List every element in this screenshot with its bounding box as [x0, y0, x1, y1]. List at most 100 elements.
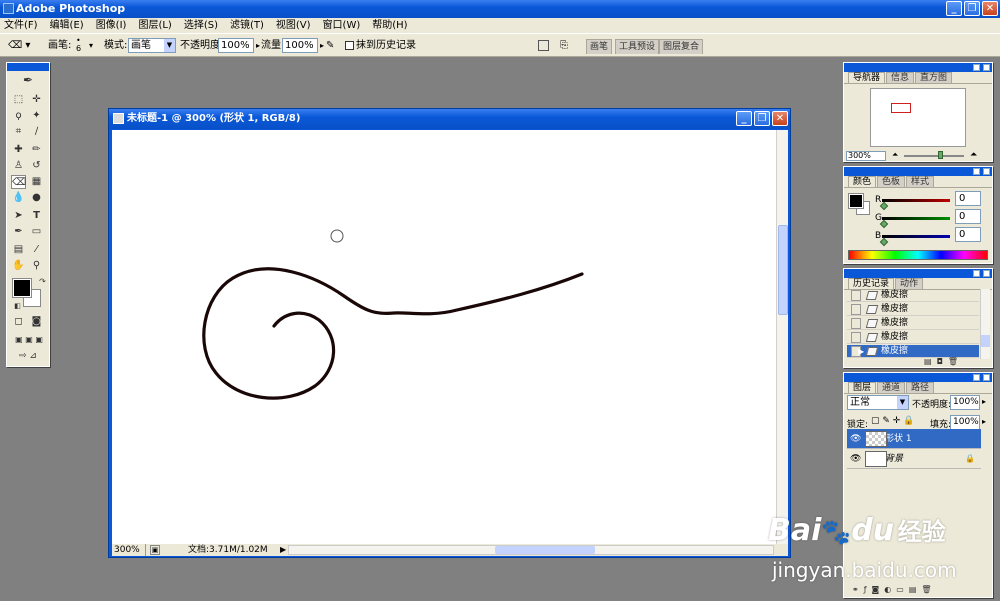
default-colors-icon[interactable]: ◧	[10, 299, 25, 313]
history-brush-tool-icon[interactable]: ↺	[29, 159, 44, 173]
feather-logo-icon[interactable]: ✒	[13, 73, 43, 87]
panel-close-icon[interactable]	[983, 374, 990, 381]
swap-colors-icon[interactable]: ↷	[35, 275, 50, 289]
eyedropper-tool-icon[interactable]: ⁄	[29, 243, 44, 257]
menu-layer[interactable]: 图层(L)	[138, 18, 171, 33]
tab-paths[interactable]: 路径	[906, 382, 935, 393]
layer-opacity-arrow-icon[interactable]: ▸	[982, 397, 986, 406]
tab-info[interactable]: 信息	[886, 72, 915, 83]
menu-image[interactable]: 图像(I)	[96, 18, 127, 33]
menu-file[interactable]: 文件(F)	[4, 18, 38, 33]
panel-close-icon[interactable]	[983, 270, 990, 277]
new-layer-icon[interactable]: ▤	[909, 585, 917, 595]
tab-histogram[interactable]: 直方图	[915, 72, 953, 83]
channel-g-slider[interactable]	[882, 217, 950, 220]
tab-swatches[interactable]: 色板	[877, 176, 906, 187]
dodge-tool-icon[interactable]: ●	[29, 191, 44, 205]
layer-style-icon[interactable]: ƒ	[864, 585, 867, 595]
well-brushes[interactable]: 画笔	[586, 39, 613, 54]
channel-g-knob[interactable]	[879, 219, 889, 229]
blur-tool-icon[interactable]: 💧	[11, 191, 26, 205]
trash-icon[interactable]: 🗑	[948, 357, 958, 367]
menu-window[interactable]: 窗口(W)	[323, 18, 361, 33]
channel-g-input[interactable]: 0	[955, 209, 981, 224]
horizontal-scroll-thumb[interactable]	[495, 546, 595, 554]
channel-b-input[interactable]: 0	[955, 227, 981, 242]
flow-input[interactable]: 100%	[282, 38, 318, 53]
color-spectrum-bar[interactable]	[848, 250, 988, 260]
standard-mode-icon[interactable]: ◻	[11, 315, 26, 329]
delete-layer-icon[interactable]: 🗑	[921, 585, 931, 595]
marquee-tool-icon[interactable]: ⬚	[11, 93, 26, 107]
flow-slider-arrow-icon[interactable]: ▸	[320, 39, 324, 52]
document-minimize-button[interactable]: _	[736, 111, 752, 126]
history-scroll-thumb[interactable]	[981, 335, 990, 347]
eye-icon[interactable]: 👁	[850, 434, 861, 444]
minimize-button[interactable]: _	[946, 1, 962, 16]
link-layers-icon[interactable]: ⚭	[852, 585, 859, 595]
path-selection-tool-icon[interactable]: ➤	[11, 209, 26, 223]
palette-menu-icon[interactable]	[538, 40, 549, 51]
navigator-zoom-field[interactable]: 300%	[846, 151, 886, 161]
navigator-zoom-slider[interactable]	[904, 155, 964, 157]
panel-minimize-icon[interactable]	[973, 168, 980, 175]
history-item[interactable]: 橡皮擦	[847, 317, 979, 330]
new-group-icon[interactable]: ▭	[896, 585, 904, 595]
panel-minimize-icon[interactable]	[973, 270, 980, 277]
vertical-scroll-thumb[interactable]	[778, 225, 788, 315]
mode-select[interactable]: 画笔 ▼	[128, 38, 176, 53]
menu-edit[interactable]: 编辑(E)	[50, 18, 84, 33]
opacity-slider-arrow-icon[interactable]: ▸	[256, 39, 260, 52]
lasso-tool-icon[interactable]: ϙ	[11, 109, 26, 123]
clone-stamp-tool-icon[interactable]: ♙	[11, 159, 26, 173]
crop-tool-icon[interactable]: ⌗	[11, 125, 26, 139]
document-restore-button[interactable]: ❐	[754, 111, 770, 126]
foreground-color-swatch[interactable]	[12, 278, 32, 298]
healing-brush-tool-icon[interactable]: ✚	[11, 143, 26, 157]
layer-row-background[interactable]: 👁 背景 🔒	[847, 449, 981, 469]
history-item[interactable]: 橡皮擦	[847, 331, 979, 344]
channel-b-knob[interactable]	[879, 237, 889, 247]
navigator-view-box[interactable]	[891, 103, 911, 113]
tab-color[interactable]: 颜色	[848, 176, 877, 187]
layer-opacity-input[interactable]: 100%	[950, 395, 980, 410]
file-browser-icon[interactable]: ⎘	[560, 39, 568, 52]
fill-input[interactable]: 100%	[950, 415, 980, 430]
history-source-checkbox[interactable]	[851, 318, 861, 329]
tab-history[interactable]: 历史记录	[848, 278, 895, 289]
move-tool-icon[interactable]: ✛	[29, 93, 44, 107]
jump-to-imageready-icon[interactable]: ⇨ ⊿	[11, 349, 45, 363]
history-source-checkbox[interactable]	[851, 332, 861, 343]
navigator-zoom-knob[interactable]	[938, 151, 943, 159]
erase-history-checkbox[interactable]	[345, 41, 354, 50]
adjustment-layer-icon[interactable]: ◐	[884, 585, 891, 595]
hand-tool-icon[interactable]: ✋	[11, 259, 26, 273]
horizontal-scrollbar[interactable]	[288, 545, 774, 555]
restore-button[interactable]: ❐	[964, 1, 980, 16]
eye-icon[interactable]: 👁	[850, 454, 861, 464]
close-button[interactable]: ✕	[982, 1, 998, 16]
eraser-tool-icon[interactable]: ⌫	[11, 175, 26, 189]
fill-arrow-icon[interactable]: ▸	[982, 417, 986, 426]
opacity-input[interactable]: 100%	[218, 38, 254, 53]
channel-b-slider[interactable]	[882, 235, 950, 238]
history-item-selected[interactable]: ▶ 橡皮擦	[847, 345, 979, 358]
color-foreground-swatch[interactable]	[848, 193, 864, 209]
channel-r-knob[interactable]	[879, 201, 889, 211]
vertical-scrollbar[interactable]	[776, 130, 788, 544]
airbrush-icon[interactable]: ✎	[326, 39, 334, 52]
screen-mode-icons[interactable]: ▣ ▣ ▣	[9, 333, 49, 347]
menu-filter[interactable]: 滤镜(T)	[230, 18, 264, 33]
tab-navigator[interactable]: 导航器	[848, 72, 886, 83]
menu-select[interactable]: 选择(S)	[184, 18, 218, 33]
navigator-preview[interactable]	[870, 88, 966, 147]
menu-help[interactable]: 帮助(H)	[372, 18, 407, 33]
tab-channels[interactable]: 通道	[877, 382, 906, 393]
brush-picker[interactable]: • 6	[76, 37, 81, 53]
history-source-checkbox[interactable]	[851, 290, 861, 301]
channel-r-slider[interactable]	[882, 199, 950, 202]
history-item[interactable]: 橡皮擦	[847, 303, 979, 316]
brush-tool-icon[interactable]: ✏	[29, 143, 44, 157]
eraser-tool-preset-icon[interactable]: ⌫ ▾	[8, 39, 30, 52]
pen-tool-icon[interactable]: ✒	[11, 225, 26, 239]
